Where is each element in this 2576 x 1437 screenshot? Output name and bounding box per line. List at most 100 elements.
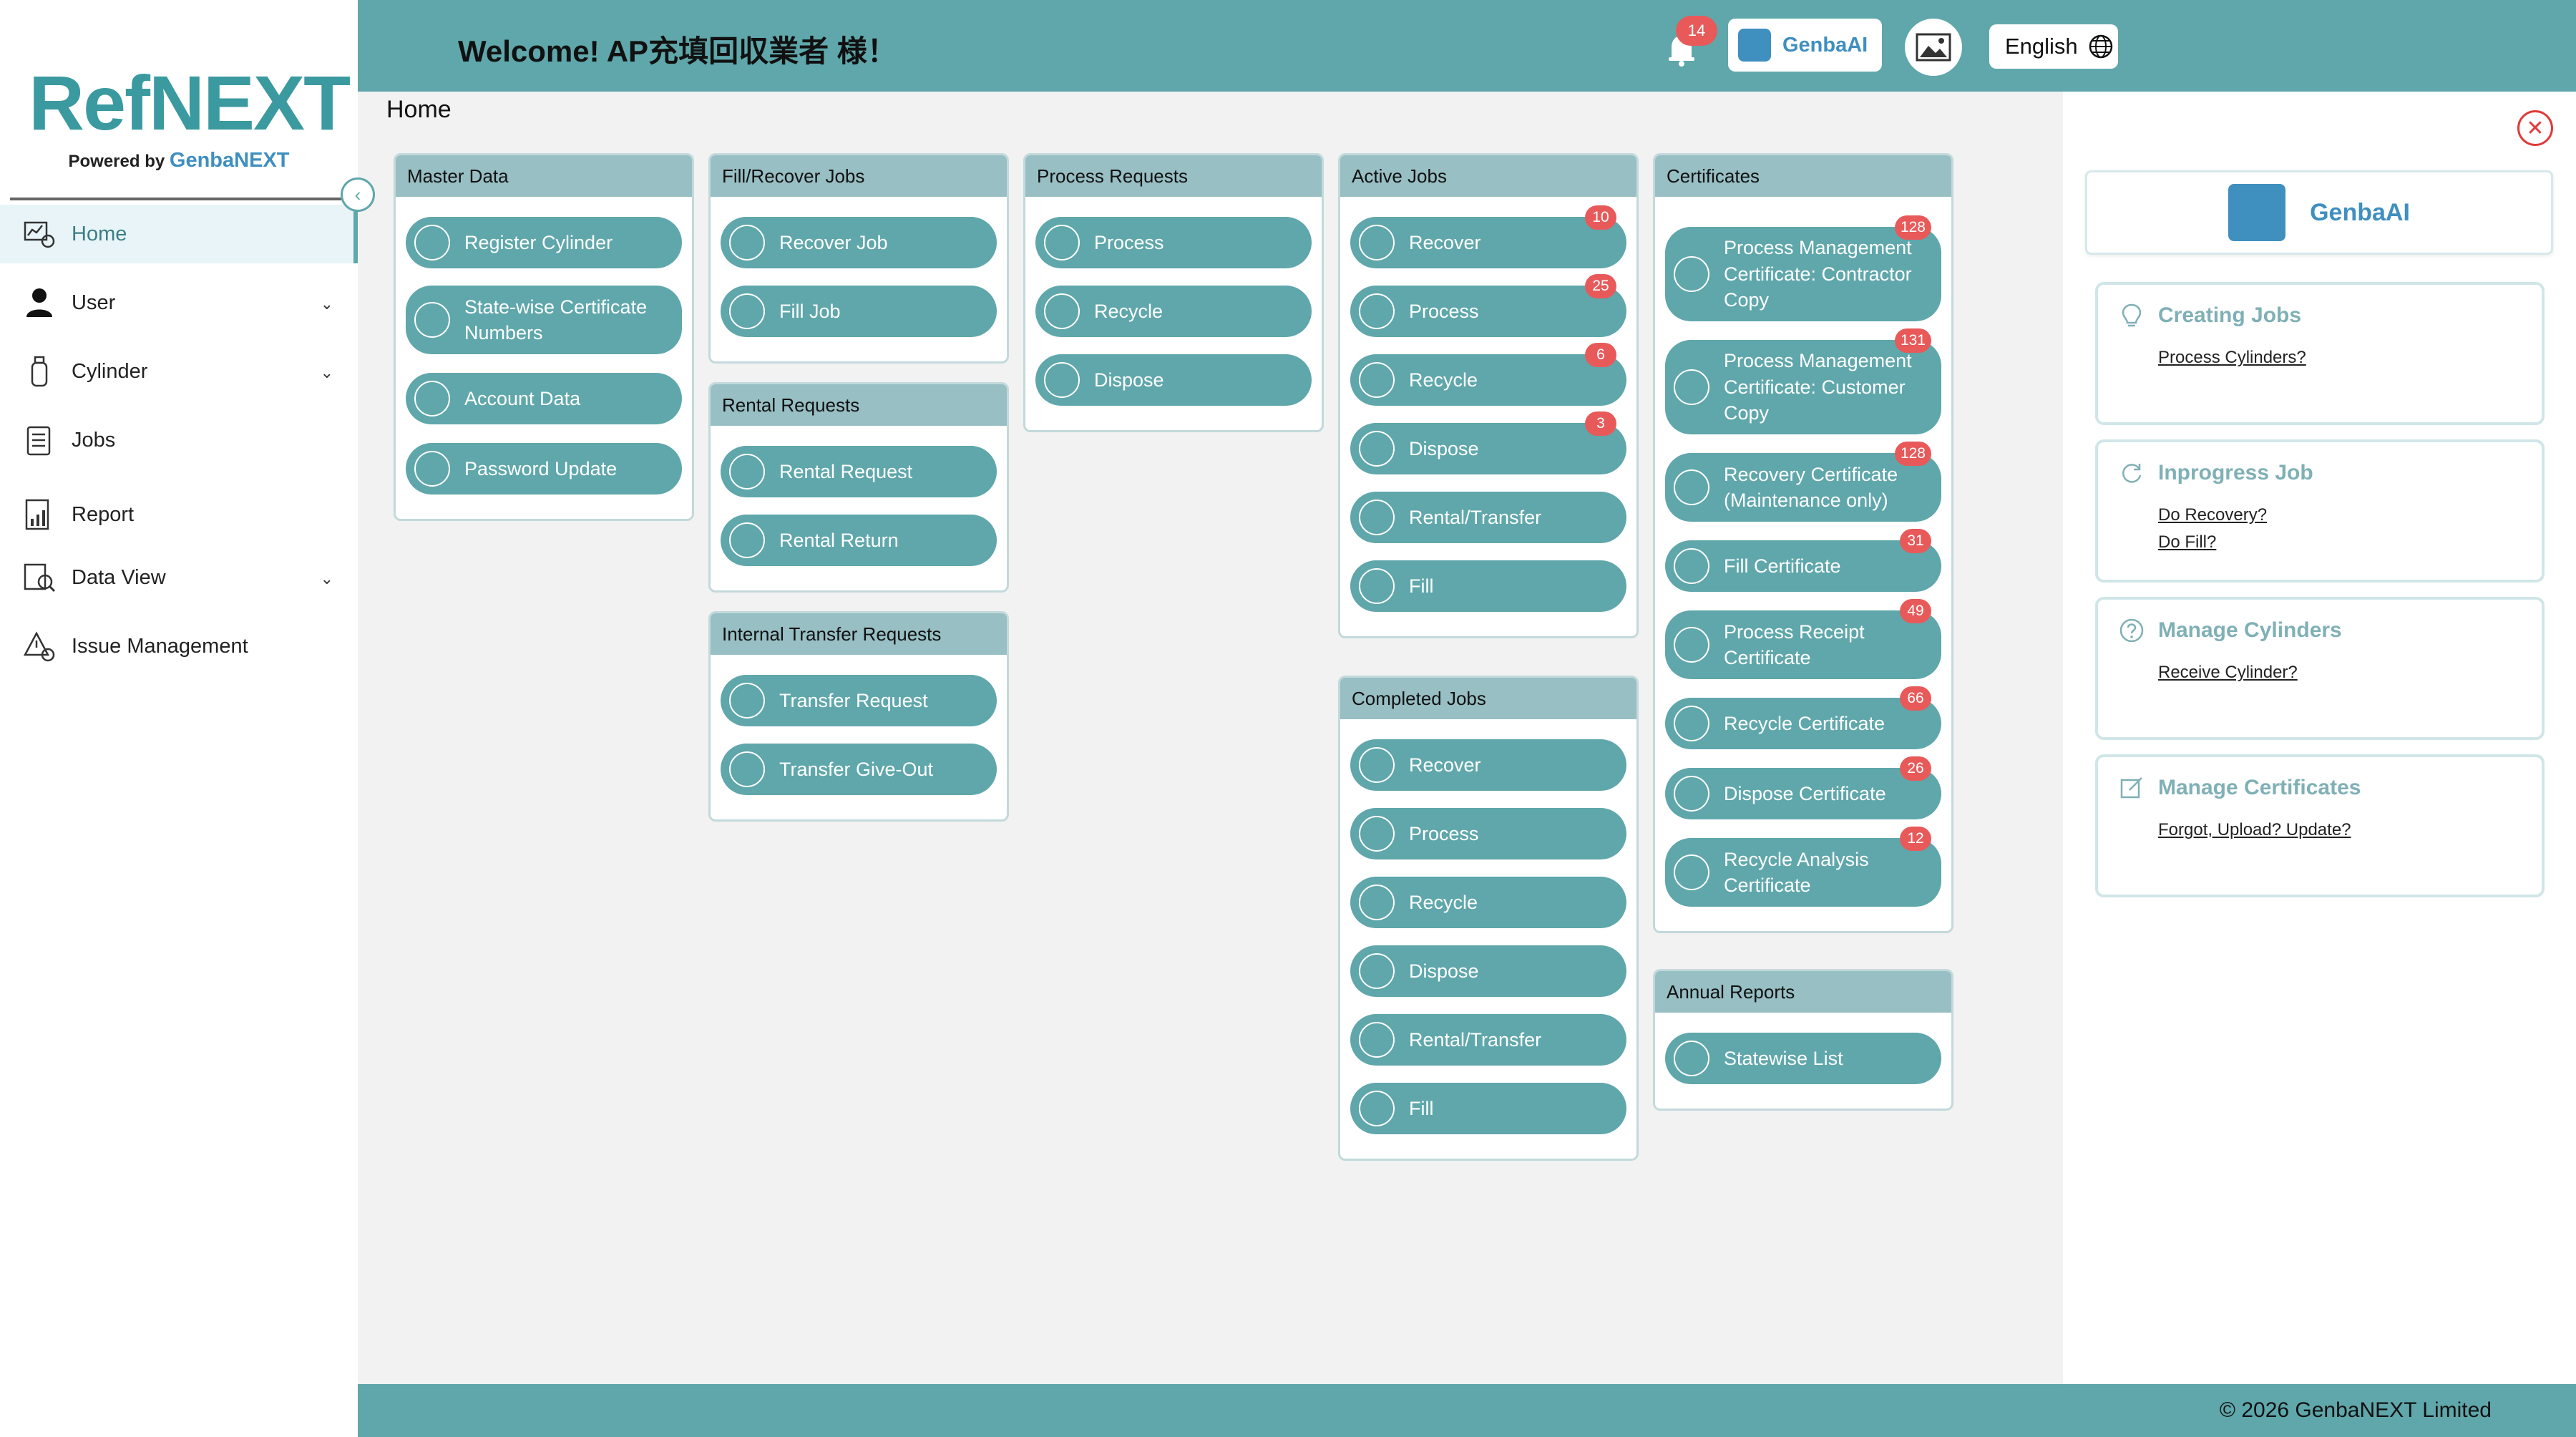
fill-icon	[729, 293, 765, 329]
tile-label: Process Management Certificate: Customer…	[1724, 350, 1912, 424]
process-receipt-certificate-button[interactable]: Process Receipt Certificate 49	[1665, 599, 1941, 679]
process-management-contractor-copy-button[interactable]: Process Management Certificate: Contract…	[1665, 215, 1941, 321]
dispose-request-button[interactable]: Dispose	[1035, 354, 1312, 406]
process-management-customer-copy-button[interactable]: Process Management Certificate: Customer…	[1665, 328, 1941, 434]
top-header: Welcome! AP充填回収業者 様！	[358, 0, 2576, 92]
chevron-down-icon[interactable]: ⌄	[321, 295, 333, 313]
tile-label: Account Data	[464, 387, 581, 409]
completed-process-button[interactable]: Process	[1350, 808, 1626, 859]
recycle-request-button[interactable]: Recycle	[1035, 286, 1312, 337]
app-logo[interactable]: RefNEXT Powered by GenbaNEXT	[29, 64, 351, 172]
sidebar-collapse-button[interactable]: ‹	[341, 177, 375, 212]
completed-recover-button[interactable]: Recover	[1350, 739, 1626, 791]
master-data-panel: Master Data Register Cylinder State-wise…	[394, 153, 694, 521]
help-link-do-recovery[interactable]: Do Recovery?	[2158, 505, 2542, 525]
active-fill-button[interactable]: Fill	[1350, 560, 1626, 612]
statewise-list-button[interactable]: Statewise List	[1665, 1033, 1941, 1084]
genba-ai-icon	[1738, 29, 1771, 62]
completed-fill-button[interactable]: Fill	[1350, 1083, 1626, 1134]
recover-job-button[interactable]: Recover Job	[721, 217, 997, 268]
count-badge: 128	[1894, 442, 1931, 466]
fill-certificate-button[interactable]: Fill Certificate 31	[1665, 529, 1941, 592]
chevron-down-icon[interactable]: ⌄	[321, 364, 333, 382]
completed-dispose-button[interactable]: Dispose	[1350, 945, 1626, 997]
close-icon[interactable]: ✕	[2517, 110, 2553, 146]
transfer-request-button[interactable]: Transfer Request	[721, 675, 997, 726]
count-badge: 26	[1900, 756, 1931, 781]
recycle-certificate-button[interactable]: Recycle Certificate 66	[1665, 686, 1941, 749]
genba-ai-icon	[2228, 184, 2286, 241]
panel-title: Annual Reports	[1655, 971, 1951, 1013]
active-dispose-button[interactable]: Dispose 3	[1350, 411, 1626, 474]
password-update-button[interactable]: Password Update	[406, 443, 682, 495]
help-link-forgot-upload-update[interactable]: Forgot, Upload? Update?	[2158, 820, 2542, 840]
recycle-analysis-certificate-button[interactable]: Recycle Analysis Certificate 12	[1665, 827, 1941, 907]
rental-icon	[1359, 1022, 1395, 1058]
fill-icon	[1359, 1091, 1395, 1126]
powered-by-brand: GenbaNEXT	[169, 149, 290, 172]
powered-by-text: Powered by	[68, 152, 165, 171]
fill-recover-jobs-panel: Fill/Recover Jobs Recover Job Fill Job	[708, 153, 1009, 364]
count-badge: 66	[1900, 686, 1931, 711]
recover-icon	[729, 225, 765, 260]
count-badge: 49	[1900, 599, 1931, 623]
completed-recycle-button[interactable]: Recycle	[1350, 877, 1626, 928]
state-wise-certificate-numbers-button[interactable]: State-wise Certificate Numbers	[406, 286, 682, 354]
completed-rental-transfer-button[interactable]: Rental/Transfer	[1350, 1014, 1626, 1066]
tile-label: Recover Job	[779, 231, 888, 253]
sidebar-item-jobs[interactable]: Jobs	[0, 411, 358, 469]
active-recycle-button[interactable]: Recycle 6	[1350, 343, 1626, 406]
tile-label: Recycle	[1409, 369, 1478, 391]
recovery-certificate-button[interactable]: Recovery Certificate (Maintenance only) 1…	[1665, 442, 1941, 522]
active-recover-button[interactable]: Recover 10	[1350, 205, 1626, 268]
tile-label: Recover	[1409, 754, 1481, 776]
cylinder-icon	[414, 225, 450, 260]
count-badge: 131	[1894, 328, 1931, 353]
genba-ai-card[interactable]: GenbaAI	[2085, 170, 2553, 255]
footer: © 2026 GenbaNEXT Limited	[358, 1384, 2576, 1437]
tile-label: Transfer Give-Out	[779, 758, 934, 780]
refresh-icon	[2122, 464, 2142, 483]
tile-label: Statewise List	[1724, 1047, 1843, 1069]
certificates-panel: Certificates Process Management Certific…	[1653, 153, 1953, 933]
rental-request-button[interactable]: Rental Request	[721, 446, 997, 497]
help-link-do-fill[interactable]: Do Fill?	[2158, 532, 2542, 552]
tile-label: Dispose	[1094, 369, 1164, 391]
tile-label: State-wise Certificate Numbers	[464, 296, 648, 344]
tile-label: Fill	[1409, 1097, 1434, 1119]
sidebar-item-label: Report	[72, 502, 135, 526]
help-card-title: Creating Jobs	[2158, 303, 2302, 327]
sidebar-item-user[interactable]: User ⌄	[0, 273, 358, 332]
tile-label: Rental/Transfer	[1409, 1028, 1542, 1051]
sidebar-item-data-view[interactable]: Data View ⌄	[0, 548, 358, 607]
genba-ai-button[interactable]: GenbaAI	[1728, 19, 1882, 72]
genba-ai-label: GenbaAI	[1782, 33, 1868, 57]
sidebar-item-report[interactable]: Report	[0, 485, 358, 544]
language-selector[interactable]: English	[1989, 24, 2118, 69]
register-cylinder-button[interactable]: Register Cylinder	[406, 217, 682, 268]
certificate-icon	[414, 302, 450, 338]
sidebar-item-home[interactable]: Home	[0, 205, 358, 263]
account-data-button[interactable]: Account Data	[406, 373, 682, 424]
fill-job-button[interactable]: Fill Job	[721, 286, 997, 337]
active-process-button[interactable]: Process 25	[1350, 274, 1626, 337]
welcome-message: Welcome! AP充填回収業者 様！	[458, 34, 897, 68]
count-badge: 6	[1585, 343, 1616, 367]
panel-title: Process Requests	[1025, 155, 1322, 197]
help-link-receive-cylinder[interactable]: Receive Cylinder?	[2158, 663, 2542, 683]
help-link-process-cylinders[interactable]: Process Cylinders?	[2158, 348, 2542, 368]
rental-return-button[interactable]: Rental Return	[721, 515, 997, 566]
process-request-button[interactable]: Process	[1035, 217, 1312, 268]
sidebar-item-cylinder[interactable]: Cylinder ⌄	[0, 342, 358, 401]
tile-label: Process	[1094, 231, 1164, 253]
image-gallery-button[interactable]	[1905, 19, 1962, 76]
sidebar-item-label: Cylinder	[72, 359, 148, 383]
globe-icon	[2089, 34, 2112, 59]
process-icon	[1359, 816, 1395, 852]
dispose-certificate-button[interactable]: Dispose Certificate 26	[1665, 756, 1941, 819]
transfer-give-out-button[interactable]: Transfer Give-Out	[721, 744, 997, 795]
active-rental-transfer-button[interactable]: Rental/Transfer	[1350, 492, 1626, 543]
sidebar-item-issue-management[interactable]: Issue Management	[0, 617, 358, 676]
rental-icon	[1359, 500, 1395, 535]
chevron-down-icon[interactable]: ⌄	[321, 570, 333, 588]
